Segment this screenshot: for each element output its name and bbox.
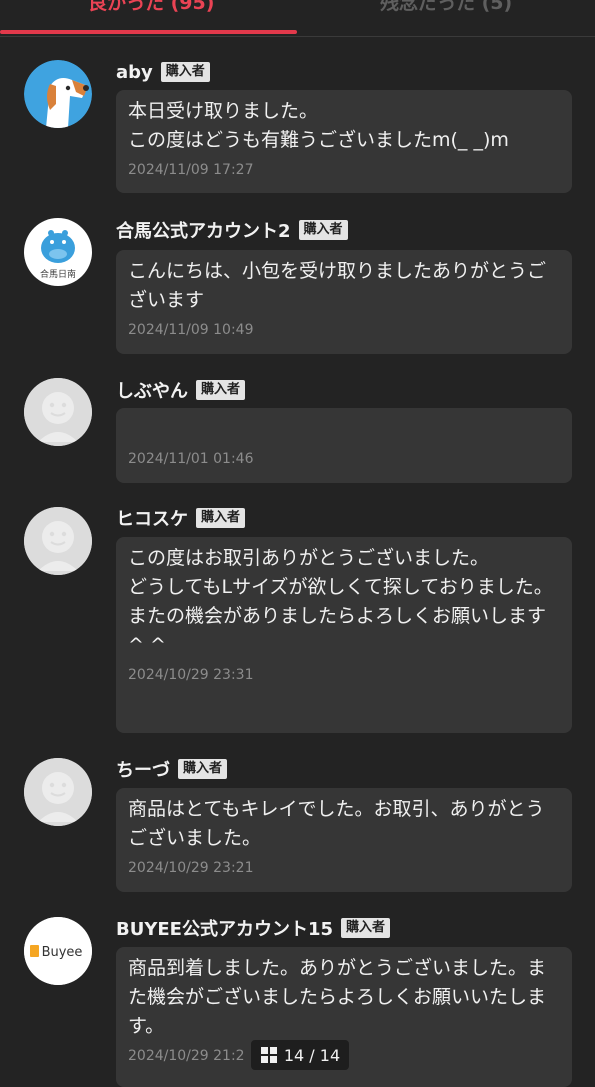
username[interactable]: ちーづ (116, 756, 170, 782)
review-header: ヒコスケ 購入者 (116, 505, 246, 531)
review-header: ちーづ 購入者 (116, 756, 228, 782)
tab-good-reviews[interactable]: 良かった (95) (88, 0, 214, 15)
review-bubble: こんにちは、小包を受け取りましたありがとうございます 2024/11/09 10… (116, 250, 572, 354)
review-date: 2024/11/01 01:46 (128, 451, 254, 467)
active-tab-indicator (0, 30, 297, 34)
review-bubble: 2024/11/01 01:46 (116, 408, 572, 483)
buyer-badge: 購入者 (341, 918, 391, 938)
default-user-avatar[interactable] (24, 378, 92, 446)
buyer-badge: 購入者 (196, 508, 246, 528)
username[interactable]: BUYEE公式アカウント15 (116, 915, 333, 941)
tab-bad-reviews[interactable]: 残念だった (5) (380, 0, 512, 15)
buyer-badge: 購入者 (160, 62, 210, 82)
review-bubble: 商品はとてもキレイでした。お取引、ありがとうございました。 2024/10/29… (116, 788, 572, 892)
review-bubble: この度はお取引ありがとうございました。 どうしてもLサイズが欲しくて探しておりま… (116, 537, 572, 733)
hippo-logo-text: 合馬日南 (40, 268, 76, 280)
grid-icon (260, 1047, 277, 1063)
review-message: 本日受け取りました。 この度はどうも有難うございましたm(_ _)m (128, 100, 509, 151)
buyer-badge: 購入者 (196, 380, 246, 400)
review-message: 商品到着しました。ありがとうございました。また機会がございましたらよろしくお願い… (128, 957, 547, 1037)
review-message: 商品はとてもキレイでした。お取引、ありがとうございました。 (128, 798, 545, 849)
review-header: aby 購入者 (116, 59, 210, 85)
review-header: しぶやん 購入者 (116, 377, 246, 403)
review-header: BUYEE公式アカウント15 購入者 (116, 915, 391, 941)
review-tabs: 良かった (95) 残念だった (5) (0, 0, 595, 37)
buyee-logo-text: Buyee (42, 945, 83, 960)
username[interactable]: 合馬公式アカウント2 (116, 217, 291, 243)
review-message: こんにちは、小包を受け取りましたありがとうございます (128, 260, 547, 311)
buyee-logo-avatar[interactable]: Buyee (24, 917, 92, 985)
username[interactable]: しぶやん (116, 377, 188, 403)
buyer-badge: 購入者 (298, 220, 348, 240)
review-bubble: 本日受け取りました。 この度はどうも有難うございましたm(_ _)m 2024/… (116, 90, 572, 193)
review-date: 2024/10/29 23:31 (128, 667, 254, 683)
username[interactable]: aby (116, 62, 153, 83)
review-message: この度はお取引ありがとうございました。 どうしてもLサイズが欲しくて探しておりま… (128, 547, 553, 656)
review-message (128, 415, 560, 444)
review-date: 2024/11/09 10:49 (128, 322, 254, 338)
review-header: 合馬公式アカウント2 購入者 (116, 217, 348, 243)
buyer-badge: 購入者 (178, 759, 228, 779)
page-indicator[interactable]: 14 / 14 (251, 1040, 349, 1070)
review-date: 2024/11/09 17:27 (128, 162, 254, 178)
default-user-avatar[interactable] (24, 507, 92, 575)
page-counter: 14 / 14 (283, 1045, 341, 1065)
dog-avatar[interactable] (24, 60, 92, 128)
review-date: 2024/10/29 23:21 (128, 860, 254, 876)
default-user-avatar[interactable] (24, 758, 92, 826)
username[interactable]: ヒコスケ (116, 505, 188, 531)
hippo-logo-avatar[interactable]: 合馬日南 (24, 218, 92, 286)
